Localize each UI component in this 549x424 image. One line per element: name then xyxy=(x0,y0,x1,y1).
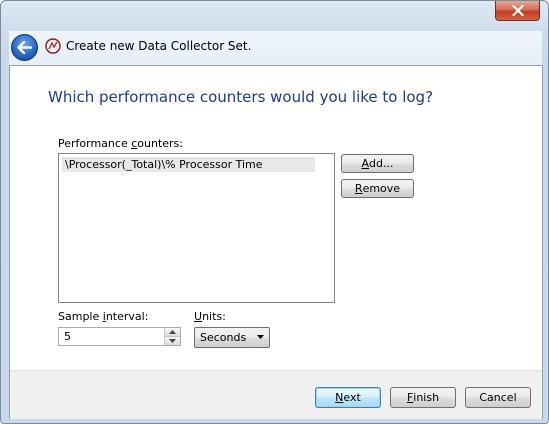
spin-down-icon xyxy=(169,339,176,343)
units-value: Seconds xyxy=(200,331,247,344)
spin-up-button[interactable] xyxy=(165,328,180,337)
units-dropdown[interactable]: Seconds xyxy=(194,327,270,348)
list-item[interactable]: \Processor(_Total)\% Processor Time xyxy=(62,157,315,172)
spin-down-button[interactable] xyxy=(165,337,180,345)
sample-interval-label: Sample interval: xyxy=(58,310,149,323)
spin-up-icon xyxy=(169,330,176,334)
finish-button[interactable]: Finish xyxy=(390,387,456,408)
dropdown-arrow-icon xyxy=(257,335,264,339)
wizard-title: Create new Data Collector Set. xyxy=(66,39,252,53)
units-label: Units: xyxy=(194,310,226,323)
sample-interval-value[interactable]: 5 xyxy=(64,330,71,343)
wizard-content: Which performance counters would you lik… xyxy=(9,65,543,419)
back-arrow-icon xyxy=(17,41,32,54)
add-button[interactable]: Add... xyxy=(341,154,414,173)
cancel-button[interactable]: Cancel xyxy=(465,387,531,408)
close-button[interactable] xyxy=(495,1,540,21)
wizard-header: Create new Data Collector Set. xyxy=(9,31,542,65)
back-button[interactable] xyxy=(11,34,38,61)
counters-listbox[interactable]: \Processor(_Total)\% Processor Time xyxy=(58,153,335,303)
remove-button[interactable]: Remove xyxy=(341,179,414,198)
wizard-window: Create new Data Collector Set. Which per… xyxy=(0,0,549,424)
close-icon xyxy=(511,5,524,16)
sample-interval-stepper[interactable]: 5 xyxy=(58,327,181,346)
page-question: Which performance counters would you lik… xyxy=(48,88,434,106)
next-button[interactable]: Next xyxy=(315,387,381,408)
performance-monitor-icon xyxy=(45,38,61,54)
stepper-buttons xyxy=(164,328,180,345)
wizard-footer: Next Finish Cancel xyxy=(10,370,542,419)
counters-label: Performance counters: xyxy=(58,137,183,150)
